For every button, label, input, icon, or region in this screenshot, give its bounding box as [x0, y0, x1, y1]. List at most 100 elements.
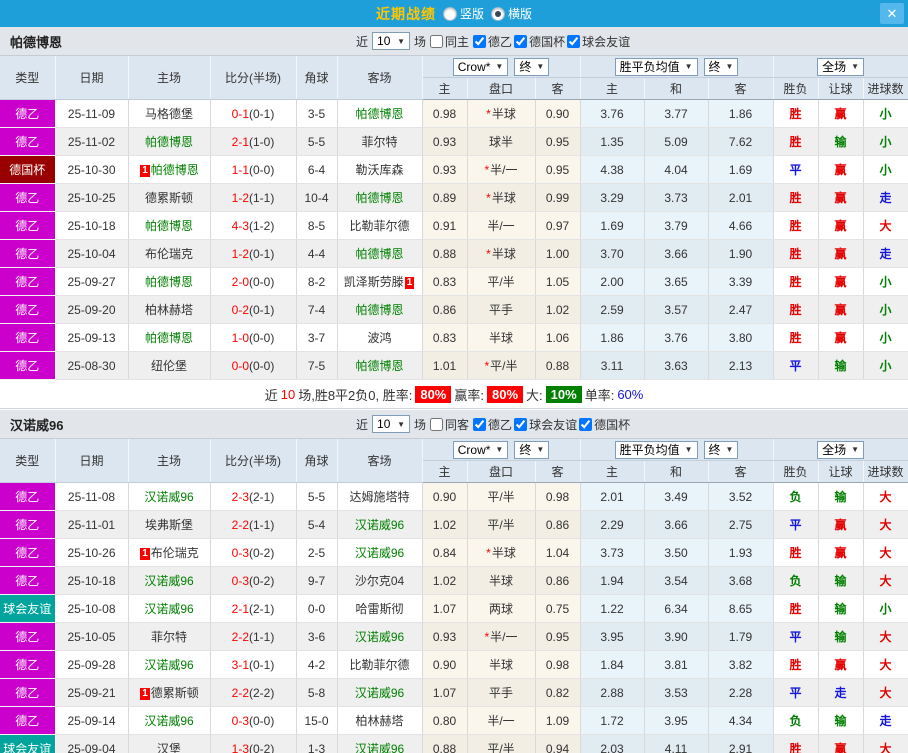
handicap-final-select[interactable]: 终 ▼	[514, 440, 550, 459]
topbar: 近期战绩 竖版 横版 ✕	[0, 0, 908, 27]
away-team-name[interactable]: 汉诺威96	[355, 518, 404, 532]
avg-draw-odds: 4.11	[644, 734, 709, 753]
away-team-name[interactable]: 汉诺威96	[355, 686, 404, 700]
away-team-name[interactable]: 菲尔特	[361, 135, 397, 149]
layout-horizontal-option[interactable]: 横版	[491, 5, 532, 22]
home-team-name[interactable]: 汉诺威96	[144, 602, 193, 616]
recent-count-select[interactable]: 10 ▼	[372, 415, 411, 433]
away-team-name[interactable]: 帕德博恩	[355, 191, 403, 205]
away-team-cell: 汉诺威96	[337, 678, 423, 707]
home-team-name[interactable]: 德累斯顿	[145, 191, 193, 205]
away-team-name[interactable]: 帕德博恩	[355, 359, 403, 373]
away-team-name[interactable]: 沙尔克04	[355, 574, 404, 588]
avg-away-odds: 2.13	[708, 351, 774, 380]
radio-horizontal-icon[interactable]	[491, 6, 505, 21]
recent-count-value: 10	[377, 34, 391, 48]
away-team-name[interactable]: 凯泽斯劳滕	[344, 275, 404, 289]
away-team-name[interactable]: 帕德博恩	[355, 247, 403, 261]
result-wdl: 平	[773, 678, 819, 707]
result-handicap: 赢	[818, 510, 864, 539]
away-team-name[interactable]: 波鸿	[367, 331, 391, 345]
away-team-cell: 比勒菲尔德	[337, 650, 423, 679]
close-button[interactable]: ✕	[880, 3, 904, 24]
home-team-name[interactable]: 汉诺威96	[144, 574, 193, 588]
home-team-name[interactable]: 菲尔特	[151, 630, 187, 644]
col-corner: 角球	[296, 56, 338, 100]
same-venue-filter[interactable]: 同主	[430, 33, 469, 50]
away-team-name[interactable]: 哈雷斯彻	[355, 602, 403, 616]
league-filter[interactable]: 球会友谊	[514, 416, 577, 433]
home-team-name[interactable]: 德累斯顿	[151, 686, 199, 700]
bookmaker-select[interactable]: Crow* ▼	[452, 440, 509, 459]
bookmaker-select[interactable]: Crow* ▼	[452, 57, 509, 76]
fulltime-score: 1-0	[231, 330, 249, 345]
col-odds-line: 盘口	[467, 77, 536, 100]
handicap-home-odds: 0.89	[422, 183, 468, 212]
layout-vertical-option[interactable]: 竖版	[442, 5, 484, 22]
fullmatch-select[interactable]: 全场 ▼	[817, 440, 865, 459]
result-goals: 大	[863, 678, 908, 707]
home-team-name[interactable]: 帕德博恩	[145, 219, 193, 233]
home-team-name[interactable]: 柏林赫塔	[145, 303, 193, 317]
away-team-name[interactable]: 汉诺威96	[355, 630, 404, 644]
same-venue-checkbox[interactable]	[430, 34, 444, 48]
same-venue-checkbox[interactable]	[430, 417, 444, 431]
away-team-name[interactable]: 帕德博恩	[355, 303, 403, 317]
star-mark: *	[486, 107, 491, 121]
away-team-name[interactable]: 比勒菲尔德	[349, 658, 409, 672]
league-filter[interactable]: 德乙	[473, 416, 512, 433]
away-team-name[interactable]: 汉诺威96	[355, 742, 404, 753]
league-filter[interactable]: 德国杯	[579, 416, 630, 433]
away-team-name[interactable]: 柏林赫塔	[355, 714, 403, 728]
home-team-name[interactable]: 汉诺威96	[144, 714, 193, 728]
handicap-final-select[interactable]: 终 ▼	[514, 57, 550, 76]
col-handicap-result: 让球	[818, 77, 864, 100]
away-team-name[interactable]: 汉诺威96	[355, 546, 404, 560]
col-odds-line: 盘口	[467, 460, 536, 483]
home-team-name[interactable]: 马格德堡	[145, 107, 193, 121]
match-date: 25-10-05	[55, 622, 129, 651]
result-wdl: 胜	[773, 295, 819, 324]
halftime-score: (0-0)	[249, 274, 275, 289]
same-venue-filter[interactable]: 同客	[430, 416, 469, 433]
away-team-name[interactable]: 比勒菲尔德	[349, 219, 409, 233]
home-team-name[interactable]: 帕德博恩	[145, 135, 193, 149]
league-checkbox[interactable]	[473, 417, 487, 431]
avg-select[interactable]: 胜平负均值 ▼	[614, 57, 698, 76]
away-team-name[interactable]: 帕德博恩	[355, 107, 403, 121]
home-team-name[interactable]: 纽伦堡	[151, 359, 187, 373]
home-team-name[interactable]: 布伦瑞克	[145, 247, 193, 261]
league-filter[interactable]: 球会友谊	[567, 33, 630, 50]
home-team-name[interactable]: 汉堡	[157, 742, 181, 753]
avg-final-select[interactable]: 终 ▼	[703, 57, 739, 76]
away-team-name[interactable]: 勒沃库森	[355, 163, 403, 177]
league-filter[interactable]: 德国杯	[514, 33, 565, 50]
avg-final-select[interactable]: 终 ▼	[703, 440, 739, 459]
home-team-name[interactable]: 埃弗斯堡	[145, 518, 193, 532]
result-goals: 大	[863, 566, 908, 595]
handicap-away-odds: 0.95	[535, 127, 581, 156]
home-team-name[interactable]: 帕德博恩	[151, 163, 199, 177]
home-team-name[interactable]: 汉诺威96	[144, 490, 193, 504]
radio-vertical-icon[interactable]	[442, 6, 457, 21]
away-team-name[interactable]: 达姆施塔特	[349, 490, 409, 504]
away-team-cell: 菲尔特	[337, 127, 423, 156]
league-checkbox[interactable]	[514, 34, 528, 48]
home-team-name[interactable]: 帕德博恩	[145, 275, 193, 289]
home-team-name[interactable]: 布伦瑞克	[151, 546, 199, 560]
league-checkbox[interactable]	[579, 417, 593, 431]
league-filter[interactable]: 德乙	[473, 33, 512, 50]
avg-select[interactable]: 胜平负均值 ▼	[614, 440, 698, 459]
league-checkbox[interactable]	[473, 34, 487, 48]
handicap-line-text: 平/半	[490, 359, 518, 373]
league-checkbox[interactable]	[567, 34, 581, 48]
handicap-away-odds: 0.98	[535, 482, 581, 511]
recent-count-select[interactable]: 10 ▼	[372, 32, 411, 50]
handicap-line-text: 半球	[488, 574, 513, 588]
fullmatch-select[interactable]: 全场 ▼	[817, 57, 865, 76]
home-team-name[interactable]: 帕德博恩	[145, 331, 193, 345]
league-checkbox[interactable]	[514, 417, 528, 431]
avg-home-odds: 3.29	[580, 183, 645, 212]
home-team-name[interactable]: 汉诺威96	[144, 658, 193, 672]
league-type-cell: 德乙	[0, 295, 56, 324]
